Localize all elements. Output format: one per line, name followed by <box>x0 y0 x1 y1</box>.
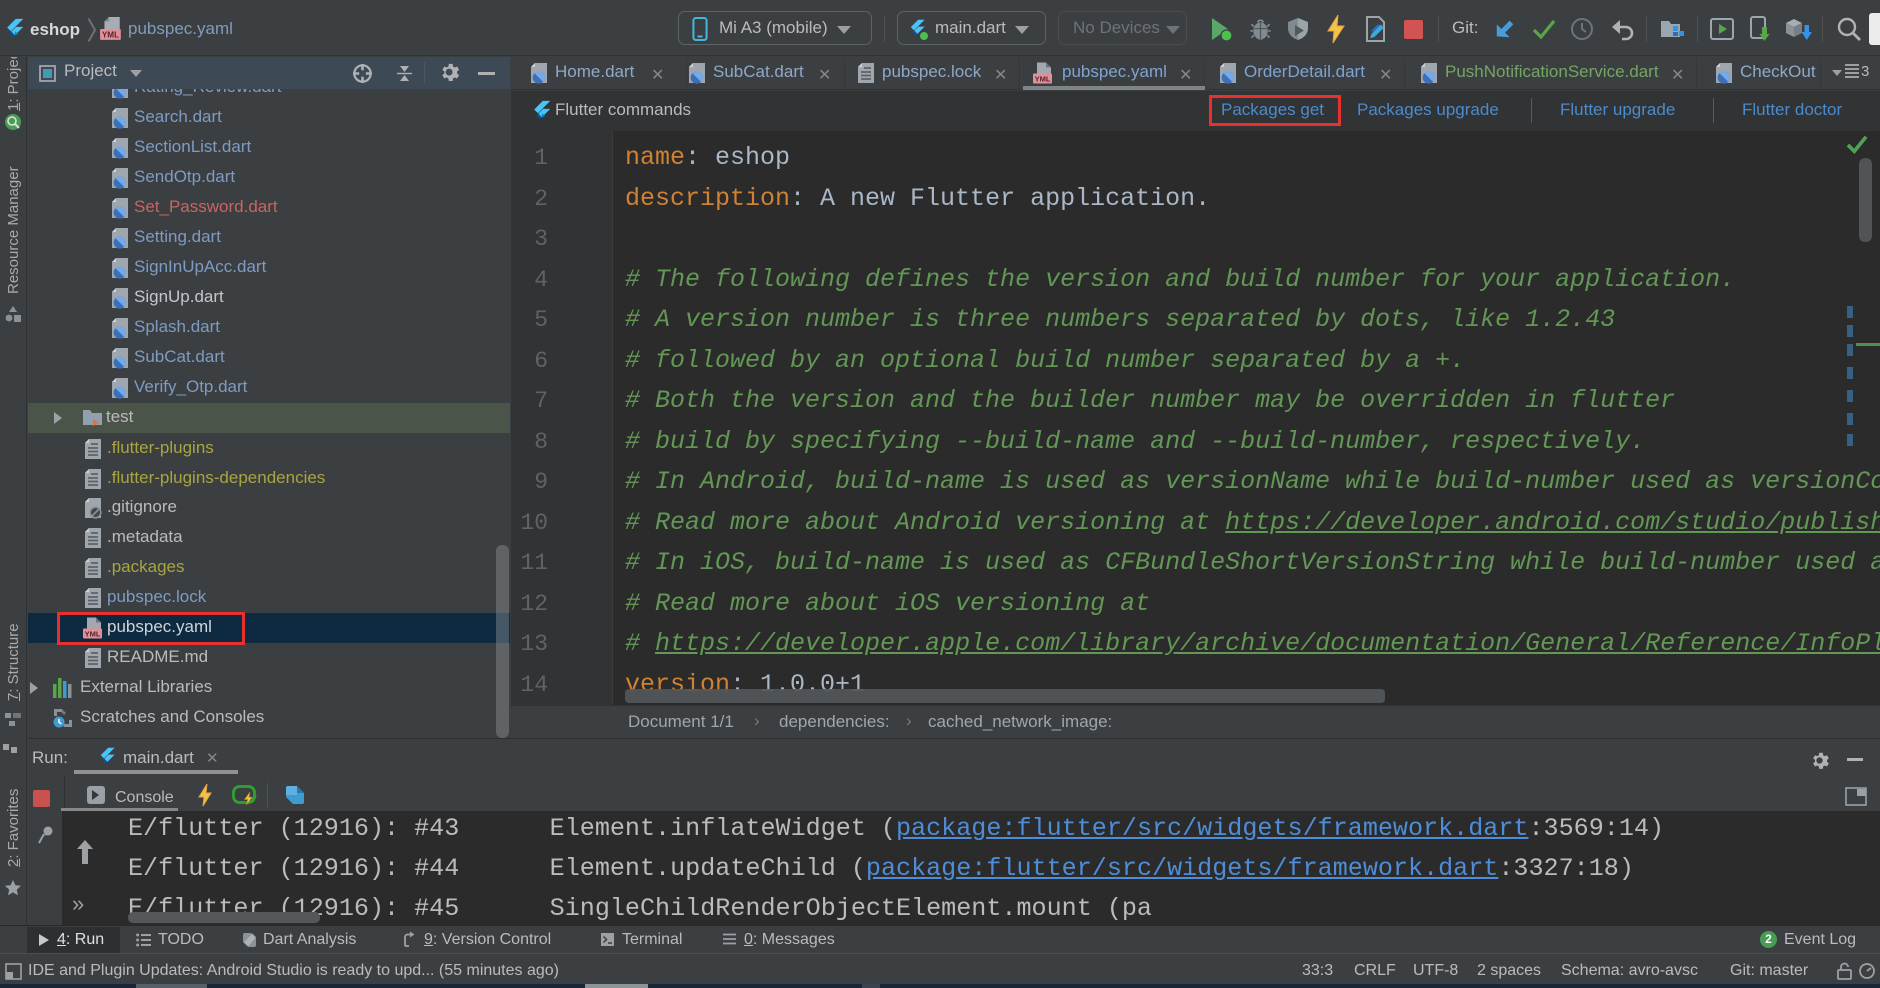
svg-text:YML: YML <box>102 31 119 40</box>
svg-text:YML: YML <box>1035 75 1051 84</box>
